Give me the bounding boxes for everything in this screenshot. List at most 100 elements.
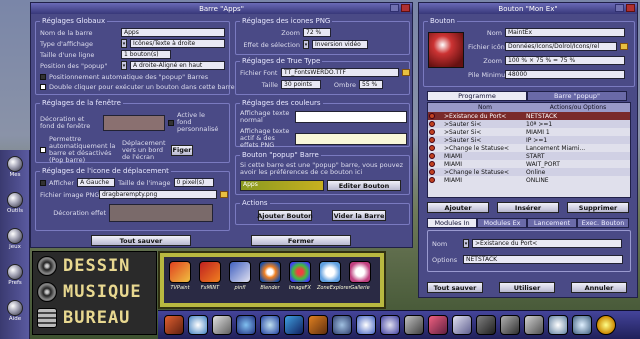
tab-modules-ex[interactable]: Modules Ex xyxy=(477,218,527,228)
list-item[interactable]: MIAMI START xyxy=(428,152,630,160)
dock-app-icon[interactable] xyxy=(524,315,544,335)
dock-app-icon[interactable] xyxy=(548,315,568,335)
show-position-field[interactable]: A Gauche xyxy=(77,178,116,187)
dock-item-outils[interactable]: Outils xyxy=(4,192,26,214)
tab-launch[interactable]: Lancement xyxy=(527,218,577,228)
folder-icon[interactable] xyxy=(402,69,410,76)
delete-button[interactable]: Supprimer xyxy=(567,202,629,213)
menu-item-bureau[interactable]: BUREAU xyxy=(37,308,130,328)
dock-item-aide[interactable]: Aide xyxy=(4,300,26,322)
window-titlebar[interactable]: Bouton "Mon Ex" xyxy=(419,3,637,14)
insert-button[interactable]: Insérer xyxy=(497,202,559,213)
dock-app-icon[interactable] xyxy=(428,315,448,335)
auto-permit-checkbox[interactable] xyxy=(40,147,46,153)
close-icon[interactable] xyxy=(626,4,635,12)
launcher-gallerie[interactable]: Gallerie xyxy=(347,261,373,291)
dock-item-prefs[interactable]: Prefs xyxy=(4,264,26,286)
custom-background-checkbox[interactable] xyxy=(168,119,174,126)
popup-position-cycle[interactable]: ▾ xyxy=(121,61,127,70)
add-button-button[interactable]: Ajouter Bouton xyxy=(257,210,313,221)
menu-item-dessin[interactable]: DESSIN xyxy=(37,256,130,276)
popup-preview[interactable]: Apps xyxy=(240,180,324,191)
dock-app-icon[interactable] xyxy=(260,315,280,335)
tab-popup-bar[interactable]: Barre "popup" xyxy=(527,91,627,101)
list-item[interactable]: >Sauter Si< 10ª >=1 xyxy=(428,120,630,128)
icon-file-field[interactable]: Données/Icons/Dolrol/Icons/rel xyxy=(505,42,617,51)
save-all-button[interactable]: Tout sauver xyxy=(91,235,191,246)
auto-position-checkbox[interactable] xyxy=(40,74,46,80)
smiley-icon[interactable] xyxy=(596,315,616,335)
dock-app-icon[interactable] xyxy=(332,315,352,335)
launcher-blender[interactable]: Blender xyxy=(257,261,283,291)
cancel-button[interactable]: Annuler xyxy=(571,282,627,293)
dock-app-icon[interactable] xyxy=(164,315,184,335)
use-button[interactable]: Utiliser xyxy=(499,282,555,293)
double-click-checkbox[interactable] xyxy=(40,84,46,90)
freeze-button[interactable]: Figer xyxy=(171,144,193,156)
dock-app-icon[interactable] xyxy=(212,315,232,335)
launcher-imagefx[interactable]: ImageFX xyxy=(287,261,313,291)
show-checkbox[interactable] xyxy=(40,179,46,186)
font-size-field[interactable]: 30 points xyxy=(281,80,321,89)
clear-bar-button[interactable]: Vider la Barre xyxy=(332,210,386,221)
decoration-effect-preview[interactable] xyxy=(109,204,213,222)
normal-text-color[interactable] xyxy=(295,111,407,123)
close-icon[interactable] xyxy=(401,4,410,12)
dock-app-icon[interactable] xyxy=(380,315,400,335)
selection-effect-cycle[interactable]: ▾ xyxy=(303,40,309,49)
dock-app-icon[interactable] xyxy=(404,315,424,335)
list-item[interactable]: MIAMI ONLINE xyxy=(428,176,630,184)
module-name-field[interactable]: >Existance du Port< xyxy=(472,239,622,248)
zoom-field[interactable]: 100 % × 75 % = 75 % xyxy=(505,56,625,65)
dock-app-icon[interactable] xyxy=(476,315,496,335)
display-type-value[interactable]: Icônes/Texte à droite xyxy=(130,39,225,48)
dock-item-mes[interactable]: Mes xyxy=(4,156,26,178)
list-item[interactable]: >Change le Statuse< Lancement Miami... xyxy=(428,144,630,152)
dock-app-icon[interactable] xyxy=(236,315,256,335)
add-button[interactable]: Ajouter xyxy=(427,202,489,213)
png-file-field[interactable]: dragbarempty.png xyxy=(99,190,217,199)
zoom-field[interactable]: 72 % xyxy=(303,28,331,37)
tab-exec-button[interactable]: Exec. Bouton xyxy=(577,218,629,228)
window-titlebar[interactable]: Barre "Apps" xyxy=(31,3,412,14)
dock-app-icon[interactable] xyxy=(308,315,328,335)
module-name-cycle[interactable]: ▾ xyxy=(463,239,469,248)
dock-item-jeux[interactable]: Jeux xyxy=(4,228,26,250)
depth-icon[interactable] xyxy=(615,4,624,12)
list-item[interactable]: MIAMI WAIT_PORT xyxy=(428,160,630,168)
edit-button-button[interactable]: Editer Bouton xyxy=(327,180,401,191)
tab-programme[interactable]: Programme xyxy=(427,91,527,101)
dock-app-icon[interactable] xyxy=(356,315,376,335)
launcher-zoneexplorer[interactable]: ZoneExplorer xyxy=(317,261,351,291)
dock-app-icon[interactable] xyxy=(188,315,208,335)
close-button[interactable]: Fermer xyxy=(251,235,351,246)
selection-effect-value[interactable]: Inversion vidéo xyxy=(312,40,368,49)
active-text-color[interactable] xyxy=(295,132,407,145)
options-field[interactable]: NETSTACK xyxy=(463,255,623,264)
popup-position-value[interactable]: A droite-Aligné en haut xyxy=(130,61,225,70)
dock-app-icon[interactable] xyxy=(452,315,472,335)
list-item[interactable]: >Existance du Port< NETSTACK xyxy=(428,112,630,120)
image-size-field[interactable]: 0 pixel(s) xyxy=(173,178,214,187)
list-item[interactable]: >Change le Statuse< Online xyxy=(428,168,630,176)
folder-icon[interactable] xyxy=(220,191,228,198)
stack-min-field[interactable]: 48000 xyxy=(505,70,625,79)
line-size-field[interactable]: 1 bouton(s) xyxy=(121,50,171,59)
display-type-cycle[interactable]: ▾ xyxy=(121,39,127,48)
action-list[interactable]: Nom Actions/ou Options >Existance du Por… xyxy=(427,102,631,198)
dock-app-icon[interactable] xyxy=(500,315,520,335)
list-item[interactable]: >Sauter Si< MIAMI 1 xyxy=(428,128,630,136)
tab-modules-in[interactable]: Modules In xyxy=(427,218,477,228)
font-file-field[interactable]: TT_FontsWERDO.TTF xyxy=(281,68,399,77)
name-field[interactable]: MaintEx xyxy=(505,28,625,37)
depth-icon[interactable] xyxy=(390,4,399,12)
dock-app-icon[interactable] xyxy=(572,315,592,335)
menu-item-musique[interactable]: MUSIQUE xyxy=(37,282,142,302)
list-item[interactable]: >Sauter Si< IP >=1 xyxy=(428,136,630,144)
launcher-fxmint[interactable]: FxMINT xyxy=(197,261,223,291)
dock-app-icon[interactable] xyxy=(284,315,304,335)
decoration-preview[interactable] xyxy=(103,114,165,131)
shadow-field[interactable]: 55 % xyxy=(359,80,383,89)
launcher-tvpaint[interactable]: TVPaint xyxy=(167,261,193,291)
folder-icon[interactable] xyxy=(620,43,628,50)
